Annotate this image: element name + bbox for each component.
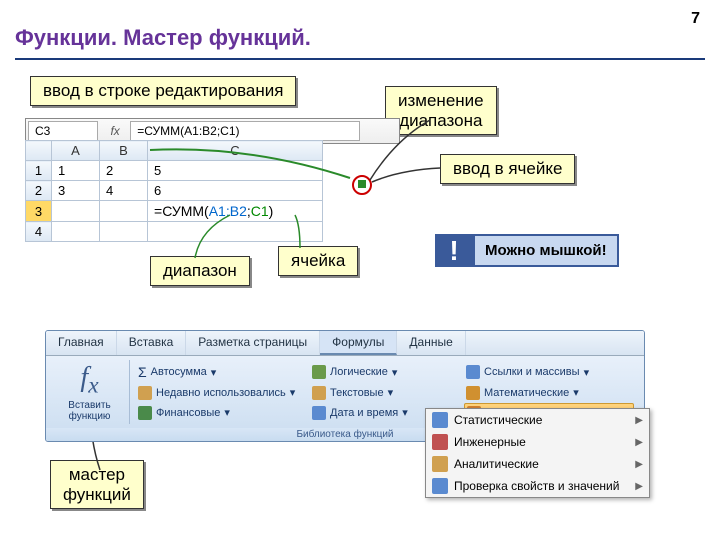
table-row: 1 1 2 5 bbox=[26, 161, 323, 181]
chevron-right-icon: ▶ bbox=[635, 459, 643, 470]
eng-icon bbox=[432, 434, 448, 450]
cell[interactable]: 3 bbox=[52, 181, 100, 201]
cell[interactable] bbox=[100, 222, 148, 242]
title-underline bbox=[15, 58, 705, 60]
cell[interactable]: 2 bbox=[100, 161, 148, 181]
chevron-right-icon: ▶ bbox=[635, 481, 643, 492]
cell[interactable] bbox=[148, 222, 323, 242]
datetime-icon bbox=[312, 406, 326, 420]
table-row: 2 3 4 6 bbox=[26, 181, 323, 201]
spreadsheet-grid[interactable]: A B C 1 1 2 5 2 3 4 6 3 =СУММ(A1:B2;C1) … bbox=[25, 140, 323, 242]
callout-wizard: мастерфункций bbox=[50, 460, 144, 509]
name-box[interactable]: C3 bbox=[28, 121, 98, 141]
menu-info[interactable]: Проверка свойств и значений▶ bbox=[426, 475, 649, 497]
ribbon-tabs: Главная Вставка Разметка страницы Формул… bbox=[46, 331, 644, 356]
financial-icon bbox=[138, 406, 152, 420]
callout-range: диапазон bbox=[150, 256, 250, 286]
logical-icon bbox=[312, 365, 326, 379]
cell[interactable]: 5 bbox=[148, 161, 323, 181]
tab-data[interactable]: Данные bbox=[397, 331, 465, 355]
page-title: Функции. Мастер функций. bbox=[15, 25, 311, 51]
cube-icon bbox=[432, 456, 448, 472]
math-icon bbox=[466, 386, 480, 400]
row-header[interactable]: 3 bbox=[26, 201, 52, 222]
exclamation-icon: ! bbox=[435, 234, 473, 267]
fx-icon[interactable]: fx bbox=[104, 124, 125, 138]
col-header-b[interactable]: B bbox=[100, 141, 148, 161]
text-icon bbox=[312, 386, 326, 400]
fill-handle-highlight-icon bbox=[352, 175, 372, 195]
formula-arg1: A1:B2 bbox=[209, 203, 247, 219]
lookup-icon bbox=[466, 365, 480, 379]
cell[interactable] bbox=[52, 222, 100, 242]
formula-arg2: C1 bbox=[251, 203, 269, 219]
col-header-c[interactable]: C bbox=[148, 141, 323, 161]
insert-fn-label: Вставитьфункцию bbox=[52, 400, 127, 422]
info-icon bbox=[432, 478, 448, 494]
page-number: 7 bbox=[691, 10, 700, 28]
insert-function-button[interactable]: fx Вставитьфункцию bbox=[50, 360, 130, 424]
tab-formulas[interactable]: Формулы bbox=[320, 331, 397, 355]
formula-eq: = bbox=[154, 203, 162, 219]
row-header[interactable]: 4 bbox=[26, 222, 52, 242]
table-row: 4 bbox=[26, 222, 323, 242]
tab-home[interactable]: Главная bbox=[46, 331, 117, 355]
chevron-right-icon: ▶ bbox=[635, 415, 643, 426]
tab-insert[interactable]: Вставка bbox=[117, 331, 187, 355]
cell[interactable]: 4 bbox=[100, 181, 148, 201]
stat-icon bbox=[432, 412, 448, 428]
fx-large-icon: fx bbox=[52, 362, 127, 400]
math-button[interactable]: Математические ▾ bbox=[464, 384, 634, 403]
recent-icon bbox=[138, 386, 152, 400]
active-cell[interactable]: =СУММ(A1:B2;C1) bbox=[148, 201, 323, 222]
cell[interactable] bbox=[100, 201, 148, 222]
callout-edit-bar: ввод в строке редактирования bbox=[30, 76, 296, 106]
autosum-button[interactable]: ΣАвтосумма ▾ bbox=[136, 362, 306, 383]
recent-button[interactable]: Недавно использовались ▾ bbox=[136, 384, 306, 403]
financial-button[interactable]: Финансовые ▾ bbox=[136, 403, 306, 422]
menu-analytical[interactable]: Аналитические▶ bbox=[426, 453, 649, 475]
callout-cell-input: ввод в ячейке bbox=[440, 154, 575, 184]
cell[interactable] bbox=[52, 201, 100, 222]
info-box: ! Можно мышкой! bbox=[435, 234, 619, 267]
col-header-a[interactable]: A bbox=[52, 141, 100, 161]
other-functions-menu: Статистические▶ Инженерные▶ Аналитически… bbox=[425, 408, 650, 498]
formula-close: ) bbox=[269, 203, 274, 219]
lookup-button[interactable]: Ссылки и массивы ▾ bbox=[464, 362, 634, 383]
callout-cell: ячейка bbox=[278, 246, 358, 276]
grid-corner[interactable] bbox=[26, 141, 52, 161]
menu-statistical[interactable]: Статистические▶ bbox=[426, 409, 649, 431]
logical-button[interactable]: Логические ▾ bbox=[310, 362, 460, 383]
formula-input[interactable]: =СУММ(A1:B2;C1) bbox=[130, 121, 360, 141]
chevron-right-icon: ▶ bbox=[635, 437, 643, 448]
text-button[interactable]: Текстовые ▾ bbox=[310, 384, 460, 403]
tab-layout[interactable]: Разметка страницы bbox=[186, 331, 320, 355]
info-text: Можно мышкой! bbox=[473, 234, 619, 267]
cell[interactable]: 6 bbox=[148, 181, 323, 201]
table-row: 3 =СУММ(A1:B2;C1) bbox=[26, 201, 323, 222]
row-header[interactable]: 2 bbox=[26, 181, 52, 201]
formula-fn: СУММ( bbox=[162, 203, 209, 219]
cell[interactable]: 1 bbox=[52, 161, 100, 181]
menu-engineering[interactable]: Инженерные▶ bbox=[426, 431, 649, 453]
callout-range-change: изменениедиапазона bbox=[385, 86, 497, 135]
row-header[interactable]: 1 bbox=[26, 161, 52, 181]
